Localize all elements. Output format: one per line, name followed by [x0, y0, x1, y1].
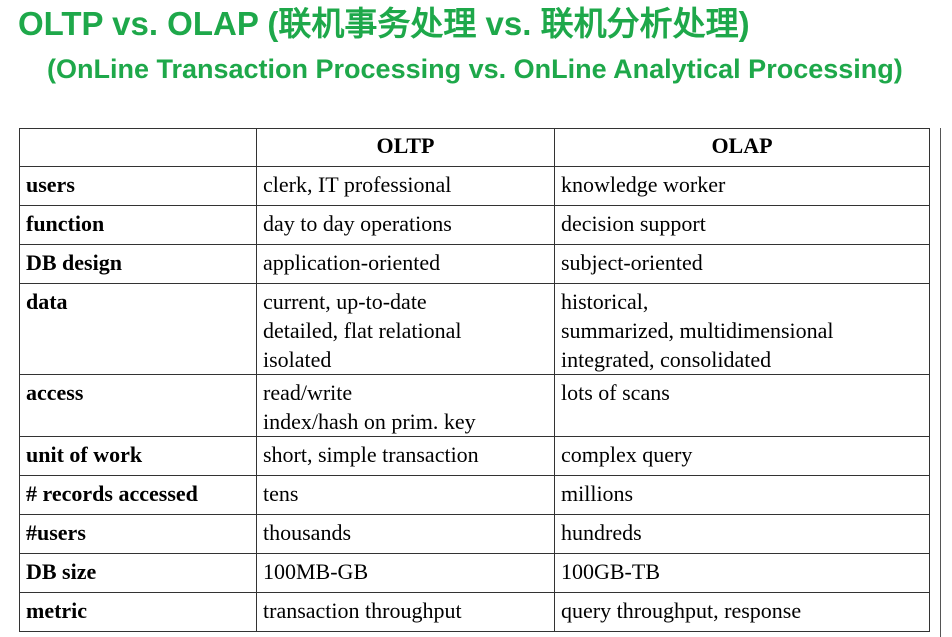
cell-line: 100MB-GB: [263, 559, 369, 584]
row-label-users: users: [19, 166, 257, 206]
header-empty-cell: [19, 128, 257, 167]
cell-line: short, simple transaction: [263, 442, 479, 467]
olap-cell: 100GB-TB: [554, 553, 930, 593]
row-label-records-accessed: # records accessed: [19, 475, 257, 515]
table-row: DB design application-oriented subject-o…: [19, 244, 930, 284]
table-row: #users thousands hundreds: [19, 514, 930, 554]
cell-line: lots of scans: [561, 380, 670, 405]
table-header-row: OLTP OLAP: [19, 128, 930, 167]
oltp-cell: 100MB-GB: [256, 553, 555, 593]
cell-line: knowledge worker: [561, 172, 726, 197]
table-row: DB size 100MB-GB 100GB-TB: [19, 553, 930, 593]
olap-cell: decision support: [554, 205, 930, 245]
table-row: function day to day operations decision …: [19, 205, 930, 245]
cell-line: clerk, IT professional: [263, 172, 452, 197]
cell-line: query throughput, response: [561, 598, 802, 623]
cell-line: current, up-to-date: [263, 289, 427, 314]
olap-cell: complex query: [554, 436, 930, 476]
oltp-cell: day to day operations: [256, 205, 555, 245]
cell-line: day to day operations: [263, 211, 452, 236]
row-label-db-design: DB design: [19, 244, 257, 284]
olap-cell: knowledge worker: [554, 166, 930, 206]
cell-line: integrated, consolidated: [561, 347, 772, 372]
slide-subtitle: (OnLine Transaction Processing vs. OnLin…: [47, 54, 903, 84]
row-label-unit-of-work: unit of work: [19, 436, 257, 476]
cell-line: read/write: [263, 380, 353, 405]
slide-title: OLTP vs. OLAP (联机事务处理 vs. 联机分析处理): [18, 5, 750, 42]
row-label-metric: metric: [19, 592, 257, 632]
oltp-cell: thousands: [256, 514, 555, 554]
cell-line: historical,: [561, 289, 649, 314]
cell-line: index/hash on prim. key: [263, 409, 476, 434]
cell-line: isolated: [263, 347, 332, 372]
table-row: metric transaction throughput query thro…: [19, 592, 930, 632]
cell-line: 100GB-TB: [561, 559, 660, 584]
oltp-olap-comparison-table: OLTP OLAP users clerk, IT professional k…: [19, 128, 930, 632]
cell-line: subject-oriented: [561, 250, 703, 275]
row-label-function: function: [19, 205, 257, 245]
table-row: data current, up-to-date detailed, flat …: [19, 283, 930, 375]
table-row: users clerk, IT professional knowledge w…: [19, 166, 930, 206]
oltp-cell: clerk, IT professional: [256, 166, 555, 206]
oltp-cell: application-oriented: [256, 244, 555, 284]
cell-line: decision support: [561, 211, 706, 236]
table-row: # records accessed tens millions: [19, 475, 930, 515]
cell-line: application-oriented: [263, 250, 441, 275]
oltp-cell: short, simple transaction: [256, 436, 555, 476]
oltp-cell: transaction throughput: [256, 592, 555, 632]
oltp-cell: current, up-to-date detailed, flat relat…: [256, 283, 555, 375]
olap-cell: lots of scans: [554, 374, 930, 437]
olap-cell: query throughput, response: [554, 592, 930, 632]
row-label-users-count: #users: [19, 514, 257, 554]
cell-line: summarized, multidimensional: [561, 318, 834, 343]
header-oltp: OLTP: [256, 128, 555, 167]
cell-line: hundreds: [561, 520, 642, 545]
cell-line: thousands: [263, 520, 351, 545]
cell-line: complex query: [561, 442, 693, 467]
row-label-data: data: [19, 283, 257, 375]
header-olap: OLAP: [554, 128, 930, 167]
table-row: access read/write index/hash on prim. ke…: [19, 374, 930, 437]
vertical-divider: [940, 128, 941, 637]
olap-cell: millions: [554, 475, 930, 515]
cell-line: transaction throughput: [263, 598, 462, 623]
table-row: unit of work short, simple transaction c…: [19, 436, 930, 476]
oltp-cell: read/write index/hash on prim. key: [256, 374, 555, 437]
row-label-db-size: DB size: [19, 553, 257, 593]
olap-cell: historical, summarized, multidimensional…: [554, 283, 930, 375]
cell-line: millions: [561, 481, 634, 506]
cell-line: tens: [263, 481, 299, 506]
row-label-access: access: [19, 374, 257, 437]
olap-cell: hundreds: [554, 514, 930, 554]
cell-line: detailed, flat relational: [263, 318, 462, 343]
oltp-cell: tens: [256, 475, 555, 515]
olap-cell: subject-oriented: [554, 244, 930, 284]
